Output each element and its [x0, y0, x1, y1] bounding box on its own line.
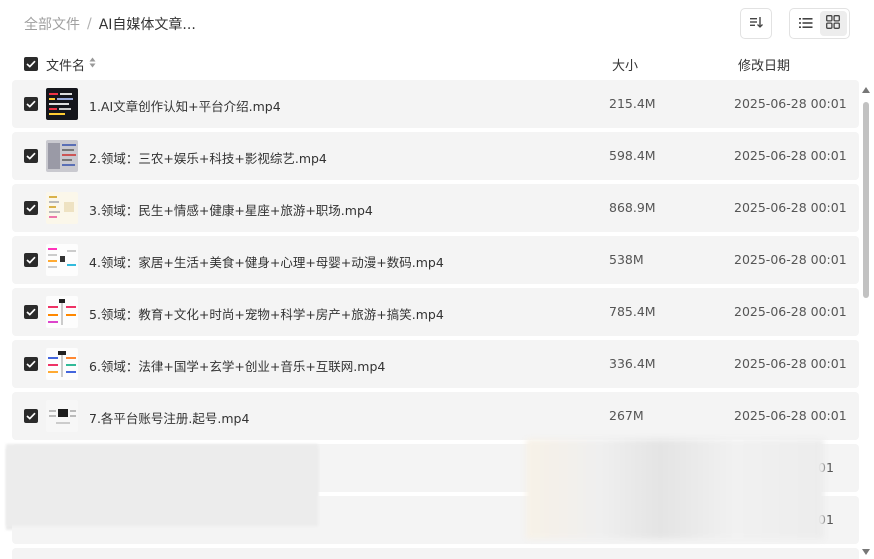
scroll-up-arrow-icon[interactable] [862, 86, 870, 94]
file-row[interactable]: 6.领域：法律+国学+玄学+创业+音乐+互联网.mp4 336.4M 2025-… [12, 340, 859, 388]
file-date: 2025-06-28 00:01 [734, 96, 847, 111]
file-row[interactable]: 2.领域：三农+娱乐+科技+影视综艺.mp4 598.4M 2025-06-28… [12, 132, 859, 180]
video-thumbnail [46, 296, 78, 328]
file-date: 2025-06-28 00:01 [734, 408, 847, 423]
row-checkbox[interactable] [24, 253, 38, 267]
list-view-icon [799, 14, 813, 33]
blur-overlay [6, 444, 318, 526]
file-name[interactable]: 1.AI文章创作认知+平台介绍.mp4 [89, 96, 281, 115]
video-thumbnail [46, 400, 78, 432]
list-view-button[interactable] [793, 11, 820, 36]
breadcrumb-current-folder: AI自媒体文章... [98, 17, 196, 33]
file-row[interactable]: 4.领域：家居+生活+美食+健身+心理+母婴+动漫+数码.mp4 538M 20… [12, 236, 859, 284]
video-thumbnail [46, 88, 78, 120]
file-size: 785.4M [609, 304, 656, 319]
video-thumbnail [46, 348, 78, 380]
scrollbar-thumb[interactable] [863, 102, 869, 298]
file-size: 868.9M [609, 200, 656, 215]
video-thumbnail [46, 192, 78, 224]
view-toggle [789, 8, 850, 39]
video-thumbnail [46, 140, 78, 172]
select-all-checkbox[interactable] [24, 57, 38, 71]
breadcrumb: 全部文件 / AI自媒体文章... [24, 14, 196, 34]
file-size: 538M [609, 252, 644, 267]
file-browser: 全部文件 / AI自媒体文章... 文件名 大小 修改日期 1.AI文章创作认知… [0, 0, 874, 559]
file-date: 2025-06-28 00:01 [734, 356, 847, 371]
sort-updown-icon[interactable] [89, 57, 96, 72]
size-column-header[interactable]: 大小 [612, 55, 638, 74]
row-checkbox[interactable] [24, 201, 38, 215]
video-thumbnail [46, 244, 78, 276]
file-name[interactable]: 4.领域：家居+生活+美食+健身+心理+母婴+动漫+数码.mp4 [89, 252, 444, 271]
file-size: 598.4M [609, 148, 656, 163]
file-date: 2025-06-28 00:01 [734, 148, 847, 163]
breadcrumb-root-link[interactable]: 全部文件 [24, 14, 80, 34]
row-checkbox[interactable] [24, 97, 38, 111]
file-row[interactable]: 1.AI文章创作认知+平台介绍.mp4 215.4M 2025-06-28 00… [12, 80, 859, 128]
file-name[interactable]: 5.领域：教育+文化+时尚+宠物+科学+房产+旅游+搞笑.mp4 [89, 304, 444, 323]
file-date: 2025-06-28 00:01 [734, 200, 847, 215]
file-name[interactable]: 6.领域：法律+国学+玄学+创业+音乐+互联网.mp4 [89, 356, 385, 375]
grid-view-icon [826, 14, 840, 33]
file-size: 267M [609, 408, 644, 423]
file-date: 2025-06-28 00:01 [734, 252, 847, 267]
breadcrumb-separator: / [87, 16, 92, 32]
file-row[interactable]: 5.领域：教育+文化+时尚+宠物+科学+房产+旅游+搞笑.mp4 785.4M … [12, 288, 859, 336]
modified-column-header[interactable]: 修改日期 [738, 55, 790, 74]
file-row-partial[interactable] [12, 548, 859, 559]
file-name[interactable]: 3.领域：民生+情感+健康+星座+旅游+职场.mp4 [89, 200, 373, 219]
sort-icon [749, 14, 763, 33]
file-name[interactable]: 7.各平台账号注册.起号.mp4 [89, 408, 249, 427]
blur-overlay [526, 439, 824, 539]
row-checkbox[interactable] [24, 305, 38, 319]
row-checkbox[interactable] [24, 409, 38, 423]
file-name[interactable]: 2.领域：三农+娱乐+科技+影视综艺.mp4 [89, 148, 327, 167]
file-size: 336.4M [609, 356, 656, 371]
column-header: 文件名 大小 修改日期 [24, 54, 858, 74]
name-column-header[interactable]: 文件名 [46, 55, 85, 74]
row-checkbox[interactable] [24, 357, 38, 371]
grid-view-button[interactable] [819, 11, 847, 36]
sort-button[interactable] [740, 8, 772, 39]
file-row[interactable]: 3.领域：民生+情感+健康+星座+旅游+职场.mp4 868.9M 2025-0… [12, 184, 859, 232]
file-row[interactable]: 7.各平台账号注册.起号.mp4 267M 2025-06-28 00:01 [12, 392, 859, 440]
row-checkbox[interactable] [24, 149, 38, 163]
file-date: 2025-06-28 00:01 [734, 304, 847, 319]
file-size: 215.4M [609, 96, 656, 111]
scroll-down-arrow-icon[interactable] [862, 548, 870, 556]
vertical-scrollbar[interactable] [862, 86, 870, 556]
